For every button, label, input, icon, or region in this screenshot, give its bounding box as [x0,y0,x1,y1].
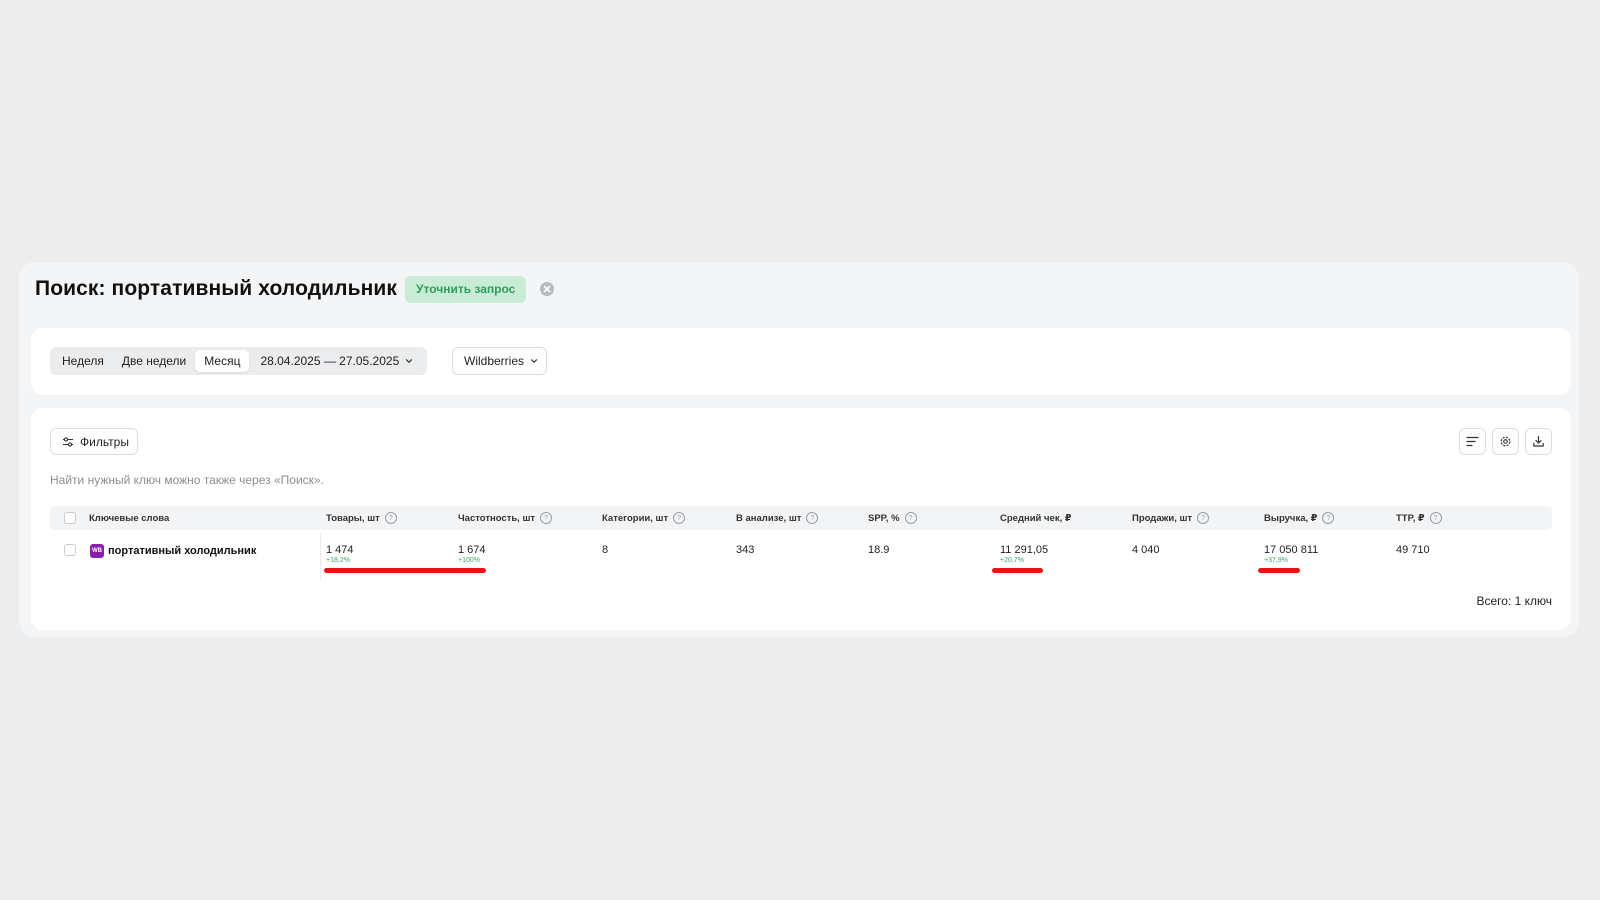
marketplace-select[interactable]: Wildberries [452,347,547,375]
period-month[interactable]: Месяц [195,350,250,372]
column-header-label: Категории, шт [602,512,669,524]
title-row: Поиск: портативный холодильник Уточнить … [35,275,555,303]
help-icon[interactable]: ? [673,512,686,524]
chevron-down-icon [530,359,538,364]
date-range-label: 28.04.2025 — 27.05.2025 [260,354,400,368]
settings-button[interactable] [1492,428,1519,455]
column-header-avg-check[interactable]: Средний чек, ₽ [1000,506,1071,530]
revenue-cell: 17 050 811 +37,9% [1264,544,1318,564]
results-card: Фильтры Найти нужный ключ можно также че… [31,408,1571,630]
column-header-label: TTP, ₽ [1396,512,1425,524]
filters-button[interactable]: Фильтры [50,428,138,455]
period-card: Неделя Две недели Месяц 28.04.2025 — 27.… [31,328,1571,395]
frequency-delta: +100% [458,557,480,564]
help-icon[interactable]: ? [904,512,917,524]
total-count: Всего: 1 ключ [1476,594,1552,608]
help-icon[interactable]: ? [1429,512,1442,524]
help-icon[interactable]: ? [384,512,397,524]
column-header-label: Ключевые слова [89,512,170,524]
revenue-delta: +37,9% [1264,557,1288,564]
annotation-underline [992,568,1043,573]
column-header-products[interactable]: Товары, шт? [326,506,397,530]
column-header-label: SPP, % [868,512,900,524]
download-button[interactable] [1525,428,1552,455]
gear-icon [1500,436,1511,447]
table-header: Ключевые слова Товары, шт? Частотность, … [50,506,1552,530]
column-header-label: Товары, шт [326,512,380,524]
avg-check-delta: +20,7% [1000,557,1024,564]
column-header-label: Продажи, шт [1132,512,1193,524]
sort-icon [1466,436,1479,447]
frequency-cell: 1 674 +100% [458,544,486,564]
period-switcher: Неделя Две недели Месяц 28.04.2025 — 27.… [50,347,427,375]
column-header-categories[interactable]: Категории, шт? [602,506,686,530]
column-header-ttp[interactable]: TTP, ₽? [1396,506,1442,530]
products-delta: +18,2% [326,557,350,564]
page-title: Поиск: портативный холодильник [35,277,398,300]
categories-cell: 8 [602,544,609,556]
help-icon[interactable]: ? [1197,512,1210,524]
download-icon [1533,435,1544,447]
sort-button[interactable] [1459,428,1486,455]
chevron-down-icon [406,359,413,364]
help-icon[interactable]: ? [1322,512,1335,524]
column-header-frequency[interactable]: Частотность, шт? [458,506,553,530]
avg-check-cell: 11 291,05 +20,7% [1000,544,1048,564]
search-panel: Поиск: портативный холодильник Уточнить … [19,262,1579,637]
annotation-underline [324,568,486,573]
products-value: 1 474 [326,544,354,556]
column-header-label: Средний чек, ₽ [1000,512,1072,524]
column-header-in-analysis[interactable]: В анализе, шт? [736,506,819,530]
avg-check-value: 11 291,05 [1000,544,1049,556]
column-header-keywords[interactable]: Ключевые слова [89,506,169,530]
marketplace-label: Wildberries [464,354,525,368]
select-all-checkbox[interactable] [64,512,76,524]
frequency-value: 1 674 [458,544,486,556]
keyword-text: портативный холодильник [108,545,257,557]
clear-search-icon[interactable] [540,282,555,296]
refine-query-button[interactable]: Уточнить запрос [405,275,527,303]
column-header-label: Частотность, шт [458,512,536,524]
date-range-picker[interactable]: 28.04.2025 — 27.05.2025 [251,350,422,372]
sales-cell: 4 040 [1132,544,1160,556]
column-divider [320,532,321,580]
keyword-cell[interactable]: WB портативный холодильник [90,544,256,558]
filters-label: Фильтры [80,434,129,449]
table-row[interactable]: WB портативный холодильник 1 474 +18,2% … [50,532,1552,580]
sliders-icon [63,436,73,447]
annotation-underline [1258,568,1300,573]
column-header-sales[interactable]: Продажи, шт? [1132,506,1210,530]
row-checkbox[interactable] [64,544,76,556]
spp-cell: 18.9 [868,544,890,556]
column-header-label: В анализе, шт [736,512,802,524]
revenue-value: 17 050 811 [1264,544,1319,556]
ttp-cell: 49 710 [1396,544,1430,556]
column-header-spp[interactable]: SPP, %? [868,506,917,530]
wb-badge: WB [90,544,104,558]
help-icon[interactable]: ? [540,512,553,524]
hint-text: Найти нужный ключ можно также через «Пои… [50,473,324,487]
help-icon[interactable]: ? [806,512,819,524]
column-header-revenue[interactable]: Выручка, ₽? [1264,506,1335,530]
period-week[interactable]: Неделя [53,350,113,372]
column-header-label: Выручка, ₽ [1264,512,1318,524]
products-cell: 1 474 +18,2% [326,544,354,564]
period-two-weeks[interactable]: Две недели [113,350,195,372]
in-analysis-cell: 343 [736,544,755,556]
